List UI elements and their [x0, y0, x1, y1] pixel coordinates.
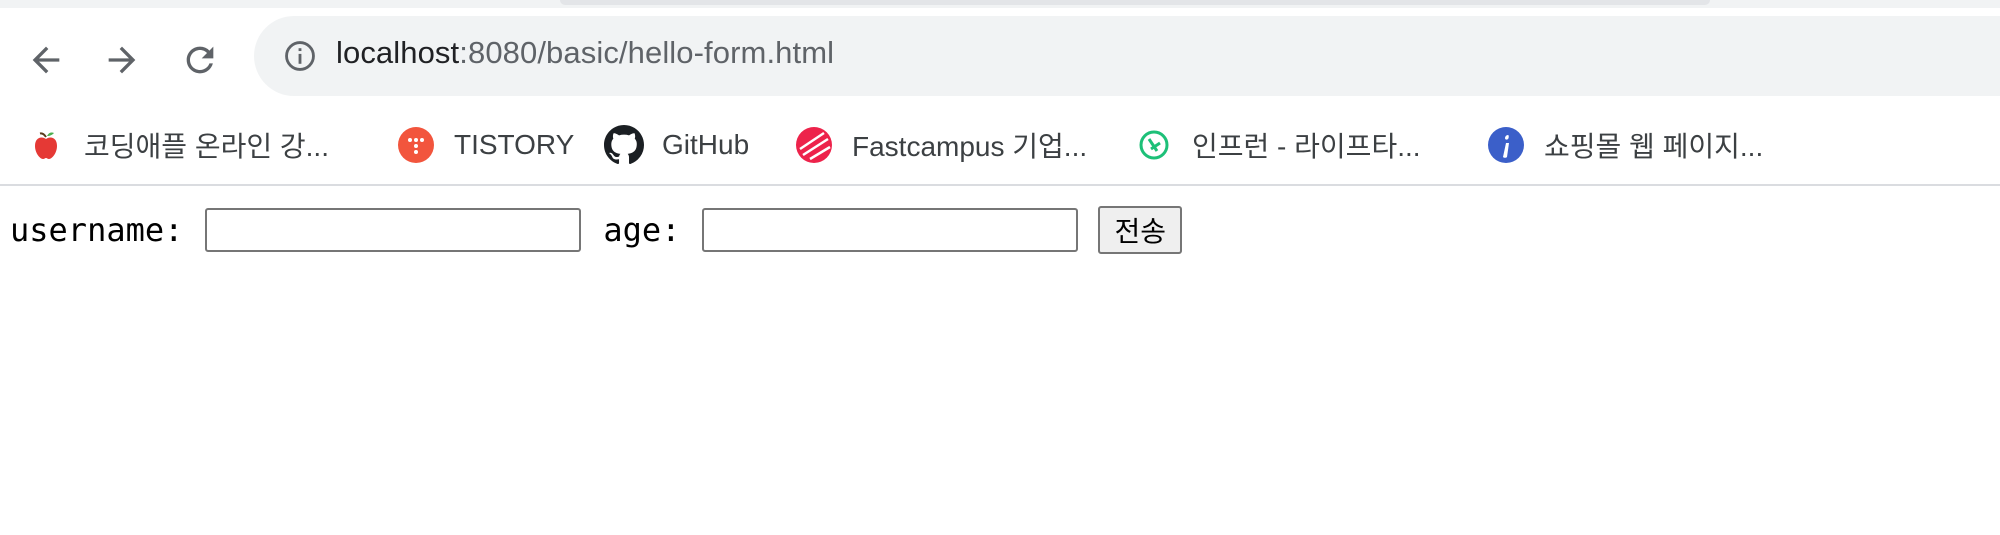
fastcampus-icon	[794, 125, 834, 165]
submit-button[interactable]: 전송	[1098, 206, 1182, 254]
reload-button[interactable]	[178, 38, 222, 82]
username-input[interactable]	[205, 208, 582, 252]
browser-toolbar: localhost:8080/basic/hello-form.html	[0, 8, 2000, 108]
bookmark-item-shopping-mall[interactable]: 쇼핑몰 웹 페이지...	[1486, 120, 1763, 170]
arrow-left-icon	[32, 46, 60, 74]
hello-form: username: age: 전송	[10, 206, 1182, 254]
bookmark-item-codingapple[interactable]: 코딩애플 온라인 강...	[26, 120, 329, 170]
info-circle-icon	[1486, 125, 1526, 165]
info-icon	[285, 41, 315, 71]
age-label: age:	[603, 211, 681, 249]
browser-window: localhost:8080/basic/hello-form.html 코딩애…	[0, 0, 2000, 535]
bookmark-label: TISTORY	[454, 129, 575, 160]
bookmark-label: GitHub	[662, 129, 750, 160]
url-path: :8080/basic/hello-form.html	[459, 35, 835, 70]
bookmark-label: Fastcampus 기업...	[852, 131, 1088, 162]
url-text[interactable]: localhost:8080/basic/hello-form.html	[336, 35, 834, 71]
arrow-right-icon	[108, 46, 136, 74]
bookmark-label: 쇼핑몰 웹 페이지...	[1544, 131, 1764, 162]
address-bar[interactable]: localhost:8080/basic/hello-form.html	[254, 16, 2000, 96]
bookmark-item-inflearn[interactable]: 인프런 - 라이프타...	[1134, 120, 1421, 170]
site-info-icon[interactable]	[280, 36, 320, 76]
inflearn-icon	[1134, 125, 1174, 165]
apple-icon	[26, 125, 66, 165]
bookmarks-bar: 코딩애플 온라인 강... TISTORY GitHub Fastcampus …	[0, 108, 2000, 186]
active-tab-edge[interactable]	[560, 0, 1710, 5]
bookmark-label: 코딩애플 온라인 강...	[84, 131, 329, 162]
page-content: username: age: 전송	[0, 186, 2000, 535]
url-host: localhost	[336, 35, 460, 70]
github-icon	[604, 125, 644, 165]
tistory-icon	[396, 125, 436, 165]
bookmark-item-tistory[interactable]: TISTORY	[396, 120, 574, 170]
bookmark-label: 인프런 - 라이프타...	[1192, 131, 1421, 162]
tab-strip	[0, 0, 2000, 8]
age-input[interactable]	[702, 208, 1079, 252]
bookmark-item-github[interactable]: GitHub	[604, 120, 749, 170]
bookmark-item-fastcampus[interactable]: Fastcampus 기업...	[794, 120, 1087, 170]
reload-icon	[186, 46, 214, 74]
back-button[interactable]	[24, 38, 68, 82]
forward-button[interactable]	[100, 38, 144, 82]
username-label: username:	[10, 211, 184, 249]
